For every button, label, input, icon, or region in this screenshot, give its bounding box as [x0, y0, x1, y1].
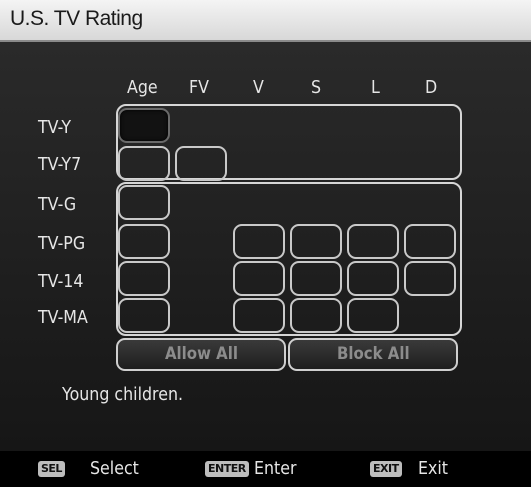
column-header-d: D — [425, 77, 438, 98]
select-key-icon: SEL — [38, 461, 65, 477]
rating-cell-tv-g-age[interactable] — [118, 185, 170, 220]
title-bar: U.S. TV Rating — [0, 0, 531, 42]
column-header-v: V — [253, 77, 264, 98]
footer-bar: SEL Select ENTER Enter EXIT Exit — [0, 451, 531, 487]
allow-all-button[interactable]: Allow All — [116, 338, 286, 371]
rating-cell-tv-14-d[interactable] — [404, 261, 456, 296]
footer-exit-label: Exit — [418, 458, 449, 479]
block-all-label: Block All — [336, 344, 410, 364]
row-label-tv-pg: TV-PG — [38, 233, 86, 254]
rating-cell-tv-pg-d[interactable] — [404, 224, 456, 259]
row-label-tv-y7: TV-Y7 — [38, 154, 82, 175]
rating-cell-tv-pg-age[interactable] — [118, 224, 170, 259]
rating-cell-tv-y7-fv[interactable] — [175, 146, 227, 181]
exit-key-icon: EXIT — [370, 461, 402, 477]
row-label-tv-g: TV-G — [38, 194, 77, 215]
rating-cell-tv-y7-age[interactable] — [118, 146, 170, 181]
column-header-age: Age — [127, 77, 158, 98]
tv-rating-screen: U.S. TV Rating Age FV V S L D TV-Y TV-Y7… — [0, 0, 531, 487]
column-header-s: S — [311, 77, 322, 98]
block-all-button[interactable]: Block All — [288, 338, 458, 371]
footer-enter-label: Enter — [254, 458, 297, 479]
rating-cell-tv-ma-v[interactable] — [233, 298, 285, 333]
rating-cell-tv-pg-l[interactable] — [347, 224, 399, 259]
row-label-tv-y: TV-Y — [38, 117, 72, 138]
enter-key-icon: ENTER — [205, 461, 249, 477]
rating-cell-tv-14-v[interactable] — [233, 261, 285, 296]
footer-select-label: Select — [90, 458, 139, 479]
rating-cell-tv-pg-s[interactable] — [290, 224, 342, 259]
rating-description: Young children. — [62, 384, 184, 405]
rating-cell-tv-14-l[interactable] — [347, 261, 399, 296]
rating-cell-tv-ma-age[interactable] — [118, 298, 170, 333]
column-header-l: L — [371, 77, 380, 98]
page-title: U.S. TV Rating — [10, 7, 143, 30]
rating-cell-tv-pg-v[interactable] — [233, 224, 285, 259]
column-header-fv: FV — [189, 77, 209, 98]
rating-cell-tv-14-s[interactable] — [290, 261, 342, 296]
row-label-tv-ma: TV-MA — [38, 307, 88, 328]
rating-cell-tv-14-age[interactable] — [118, 261, 170, 296]
allow-all-label: Allow All — [164, 344, 238, 364]
rating-cell-tv-y-age[interactable] — [118, 108, 170, 143]
rating-cell-tv-ma-l[interactable] — [347, 298, 399, 333]
rating-cell-tv-ma-s[interactable] — [290, 298, 342, 333]
row-label-tv-14: TV-14 — [38, 271, 84, 292]
